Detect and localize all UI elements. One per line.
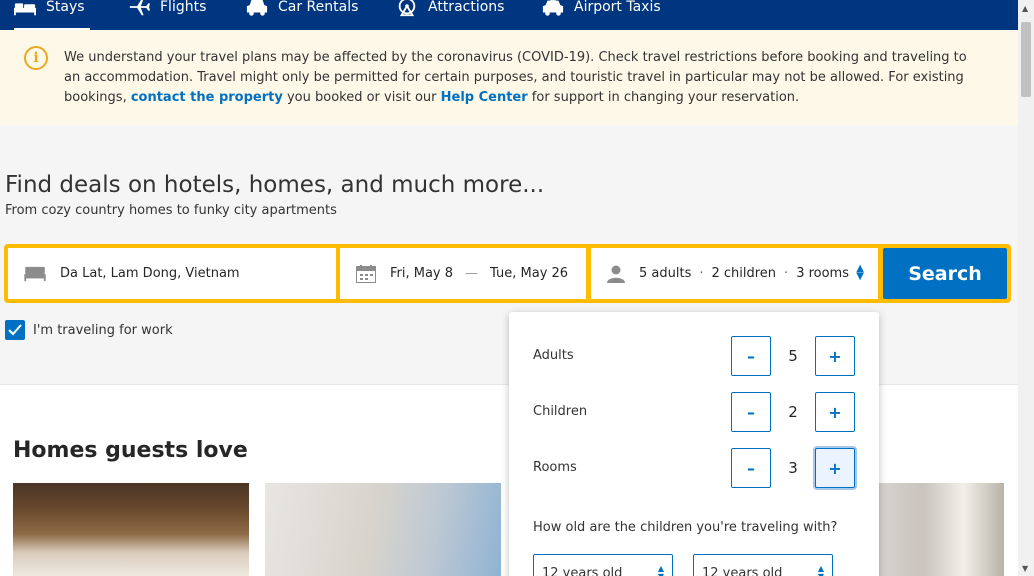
homes-title: Homes guests love (13, 438, 248, 463)
adults-decrement-button[interactable]: – (731, 336, 771, 376)
banner-text-part: for support in changing your reservation… (527, 90, 800, 105)
nav-attractions[interactable]: Attractions (396, 0, 504, 22)
date-separator: — (465, 266, 479, 281)
covid-banner: i We understand your travel plans may be… (0, 30, 1018, 125)
ferris-wheel-icon (398, 0, 416, 17)
rooms-increment-button[interactable]: + (815, 448, 855, 488)
child-age-select[interactable]: 12 years old ▲▼ (693, 554, 833, 576)
info-icon: i (24, 46, 48, 70)
work-travel-label: I'm traveling for work (33, 322, 173, 338)
separator-dot: · (699, 266, 704, 281)
bed-icon (24, 266, 46, 281)
nav-car-rentals-label: Car Rentals (278, 0, 359, 15)
top-nav: Stays Flights Car Rentals Attractions Ai… (0, 0, 1018, 30)
children-value: 2 (788, 403, 798, 421)
rooms-value: 3 (788, 459, 798, 477)
child-age-value: 12 years old (542, 566, 623, 576)
calendar-icon (356, 264, 376, 283)
guests-popup: Adults – 5 + Children – 2 + Rooms – 3 + … (509, 312, 879, 576)
checkbox-checked[interactable] (5, 320, 25, 340)
nav-airport-taxis-label: Airport Taxis (574, 0, 661, 15)
person-icon (607, 265, 625, 283)
adults-summary: 5 adults (639, 266, 692, 281)
chevron-updown-icon: ▲▼ (657, 564, 664, 576)
chevron-updown-icon: ▲▼ (817, 564, 824, 576)
separator-dot: · (784, 266, 789, 281)
children-label: Children (533, 404, 588, 419)
checkin-date[interactable]: Fri, May 8 (390, 266, 453, 281)
scroll-down-arrow[interactable]: ▼ (1022, 564, 1028, 573)
page-scrollbar[interactable]: ▲ ▼ (1018, 0, 1034, 576)
children-summary: 2 children (711, 266, 777, 281)
plane-icon (129, 0, 150, 16)
chevron-updown-icon: ▲▼ (856, 263, 864, 282)
adults-increment-button[interactable]: + (815, 336, 855, 376)
checkmark-icon (8, 324, 22, 336)
home-card-image[interactable] (265, 483, 501, 576)
date-field[interactable]: Fri, May 8 — Tue, May 26 (340, 248, 586, 299)
nav-stays[interactable]: Stays (14, 0, 90, 30)
child-age-select[interactable]: 12 years old ▲▼ (533, 554, 673, 576)
rooms-summary: 3 rooms (796, 266, 849, 281)
adults-value: 5 (788, 347, 798, 365)
banner-text-part: you booked or visit our (282, 90, 441, 105)
nav-flights[interactable]: Flights (128, 0, 206, 22)
children-increment-button[interactable]: + (815, 392, 855, 432)
child-age-value: 12 years old (702, 566, 783, 576)
nav-stays-label: Stays (46, 0, 85, 15)
destination-value: Da Lat, Lam Dong, Vietnam (60, 266, 240, 281)
home-card-image[interactable] (870, 483, 1004, 576)
help-center-link[interactable]: Help Center (441, 90, 528, 105)
work-travel-checkbox[interactable]: I'm traveling for work (5, 320, 173, 340)
children-age-question: How old are the children you're travelin… (533, 520, 838, 535)
nav-car-rentals[interactable]: Car Rentals (246, 0, 358, 22)
hero-subtitle: From cozy country homes to funky city ap… (5, 203, 337, 218)
checkout-date[interactable]: Tue, May 26 (490, 266, 568, 281)
contact-property-link[interactable]: contact the property (131, 90, 283, 105)
covid-banner-text: We understand your travel plans may be a… (64, 48, 984, 108)
guests-field[interactable]: 5 adults · 2 children · 3 rooms ▲ ▼ (591, 248, 878, 299)
taxi-icon (542, 0, 564, 16)
home-card-image[interactable] (13, 483, 249, 576)
destination-field[interactable]: Da Lat, Lam Dong, Vietnam (8, 248, 336, 299)
nav-attractions-label: Attractions (428, 0, 505, 15)
car-icon (246, 0, 268, 16)
rooms-decrement-button[interactable]: – (731, 448, 771, 488)
children-decrement-button[interactable]: – (731, 392, 771, 432)
bed-icon (14, 3, 36, 16)
nav-flights-label: Flights (160, 0, 207, 15)
rooms-label: Rooms (533, 460, 577, 475)
adults-label: Adults (533, 348, 574, 363)
hero-title: Find deals on hotels, homes, and much mo… (5, 172, 545, 198)
nav-airport-taxis[interactable]: Airport Taxis (542, 0, 661, 22)
scroll-up-arrow[interactable]: ▲ (1022, 4, 1028, 13)
search-bar: Da Lat, Lam Dong, Vietnam Fri, May 8 — T… (4, 244, 1011, 303)
search-button[interactable]: Search (883, 248, 1007, 299)
scrollbar-thumb[interactable] (1021, 22, 1031, 97)
